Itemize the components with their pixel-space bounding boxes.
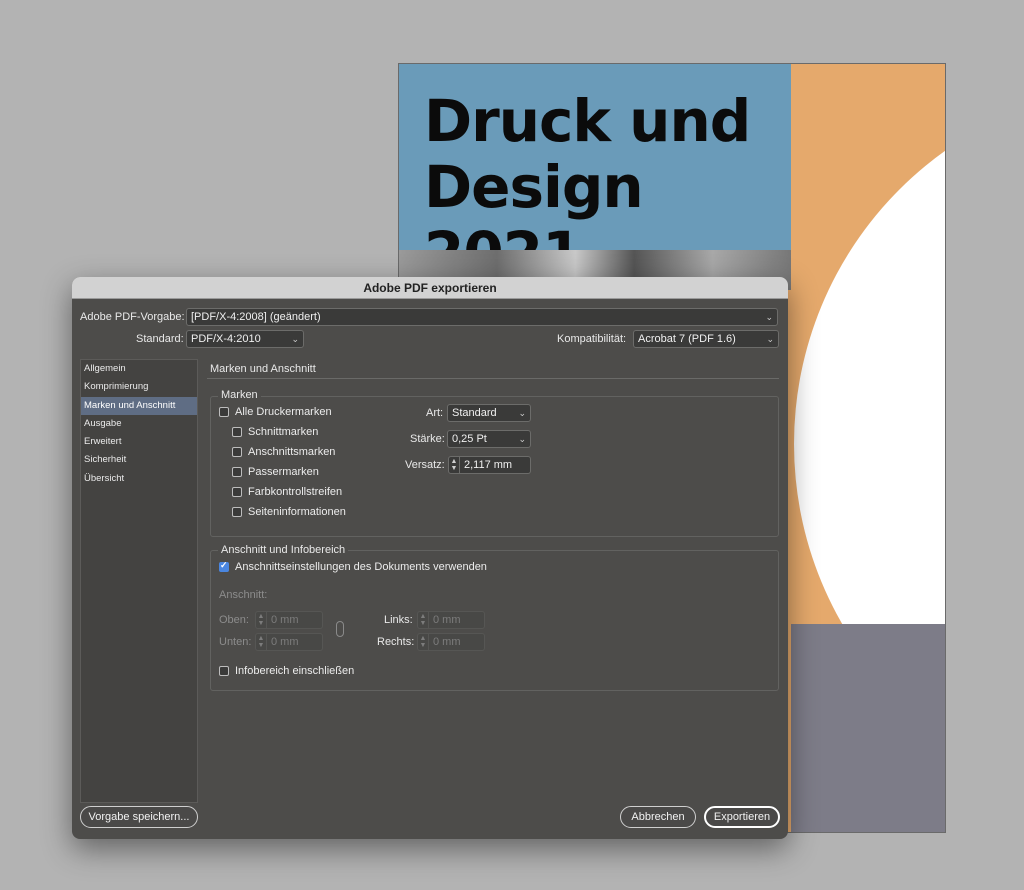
checkbox-icon <box>232 447 242 457</box>
offset-stepper[interactable]: ▲ ▼ 2,117 mm <box>448 456 531 474</box>
section-divider <box>207 378 779 379</box>
compat-select[interactable]: Acrobat 7 (PDF 1.6) ⌄ <box>633 330 779 348</box>
slug-label: Infobereich einschließen <box>235 665 355 677</box>
chevron-down-icon: ⌄ <box>766 334 774 344</box>
standard-label: Standard: <box>136 333 184 345</box>
top-label: Oben: <box>219 614 249 626</box>
stepper-arrows-icon[interactable]: ▲ ▼ <box>255 633 267 651</box>
bleed-marks-checkbox[interactable]: Anschnittsmarken <box>232 446 335 458</box>
color-bars-checkbox[interactable]: Farbkontrollstreifen <box>232 486 342 498</box>
color-bars-label: Farbkontrollstreifen <box>248 486 343 498</box>
checkbox-icon <box>232 507 242 517</box>
checkbox-icon <box>219 407 229 417</box>
sidebar-item-erweitert[interactable]: Erweitert <box>81 433 197 451</box>
checkmark-icon <box>219 560 229 572</box>
right-label: Rechts: <box>377 636 415 648</box>
save-preset-button[interactable]: Vorgabe speichern... <box>80 806 198 828</box>
left-value[interactable]: 0 mm <box>429 611 485 629</box>
marks-group-title: Marken <box>218 389 261 401</box>
type-select[interactable]: Standard ⌄ <box>447 404 531 422</box>
bottom-value[interactable]: 0 mm <box>267 633 323 651</box>
sidebar-item-uebersicht[interactable]: Übersicht <box>81 470 197 488</box>
dialog-title: Adobe PDF exportieren <box>72 277 788 299</box>
slug-checkbox[interactable]: Infobereich einschließen <box>219 665 354 677</box>
use-document-bleed-checkbox[interactable]: Anschnittseinstellungen des Dokuments ve… <box>219 560 487 573</box>
offset-value[interactable]: 2,117 mm <box>460 456 531 474</box>
standard-select[interactable]: PDF/X-4:2010 ⌄ <box>186 330 304 348</box>
checkbox-icon <box>232 427 242 437</box>
crop-marks-checkbox[interactable]: Schnittmarken <box>232 426 318 438</box>
cancel-button[interactable]: Abbrechen <box>620 806 696 828</box>
all-marks-label: Alle Druckermarken <box>235 406 332 418</box>
top-stepper[interactable]: ▲ ▼ 0 mm <box>255 611 323 629</box>
sidebar-item-allgemein[interactable]: Allgemein <box>81 360 197 378</box>
section-title: Marken und Anschnitt <box>210 363 316 375</box>
sidebar-item-komprimierung[interactable]: Komprimierung <box>81 378 197 396</box>
chevron-down-icon: ⌄ <box>518 434 526 444</box>
preset-select[interactable]: [PDF/X-4:2008] (geändert) ⌄ <box>186 308 778 326</box>
chevron-down-icon: ⌄ <box>291 334 299 344</box>
crop-marks-label: Schnittmarken <box>248 426 319 438</box>
all-marks-checkbox[interactable]: Alle Druckermarken <box>219 406 332 418</box>
document-title-line1: Druck und <box>424 87 751 155</box>
sidebar-item-sicherheit[interactable]: Sicherheit <box>81 451 197 469</box>
checkbox-icon <box>232 487 242 497</box>
standard-value: PDF/X-4:2010 <box>191 333 261 345</box>
weight-label: Stärke: <box>410 433 445 445</box>
registration-marks-label: Passermarken <box>248 466 319 478</box>
type-label: Art: <box>426 407 444 419</box>
right-value[interactable]: 0 mm <box>429 633 485 651</box>
sidebar: Allgemein Komprimierung Marken und Ansch… <box>80 359 198 803</box>
grey-panel <box>791 624 945 832</box>
chevron-down-icon: ⌄ <box>765 312 773 322</box>
bleed-group-title: Anschnitt und Infobereich <box>218 544 349 556</box>
bleed-label: Anschnitt: <box>219 589 268 601</box>
right-stepper[interactable]: ▲ ▼ 0 mm <box>417 633 485 651</box>
bottom-label: Unten: <box>219 636 252 648</box>
page-info-checkbox[interactable]: Seiteninformationen <box>232 506 346 518</box>
stepper-arrows-icon[interactable]: ▲ ▼ <box>255 611 267 629</box>
registration-marks-checkbox[interactable]: Passermarken <box>232 466 319 478</box>
sidebar-item-marken-und-anschnitt[interactable]: Marken und Anschnitt <box>81 396 197 415</box>
top-value[interactable]: 0 mm <box>267 611 323 629</box>
sidebar-item-ausgabe[interactable]: Ausgabe <box>81 415 197 433</box>
left-label: Links: <box>384 614 413 626</box>
type-value: Standard <box>452 407 497 419</box>
weight-select[interactable]: 0,25 Pt ⌄ <box>447 430 531 448</box>
stepper-arrows-icon[interactable]: ▲ ▼ <box>417 633 429 651</box>
export-button[interactable]: Exportieren <box>704 806 780 828</box>
checkbox-icon <box>232 467 242 477</box>
preset-value: [PDF/X-4:2008] (geändert) <box>191 311 321 323</box>
bleed-marks-label: Anschnittsmarken <box>248 446 336 458</box>
chevron-down-icon: ⌄ <box>518 408 526 418</box>
chain-link-icon[interactable] <box>336 621 344 637</box>
title-block: Druck und Design 2021 <box>399 64 791 286</box>
page-info-label: Seiteninformationen <box>248 506 346 518</box>
left-stepper[interactable]: ▲ ▼ 0 mm <box>417 611 485 629</box>
checkbox-icon <box>219 666 229 676</box>
stepper-arrows-icon[interactable]: ▲ ▼ <box>417 611 429 629</box>
compat-value: Acrobat 7 (PDF 1.6) <box>638 333 736 345</box>
preset-label: Adobe PDF-Vorgabe: <box>80 311 185 323</box>
export-pdf-dialog: Adobe PDF exportieren Adobe PDF-Vorgabe:… <box>72 277 788 839</box>
bottom-stepper[interactable]: ▲ ▼ 0 mm <box>255 633 323 651</box>
compat-label: Kompatibilität: <box>557 333 627 345</box>
stepper-arrows-icon[interactable]: ▲ ▼ <box>448 456 460 474</box>
use-document-bleed-label: Anschnittseinstellungen des Dokuments ve… <box>235 561 487 573</box>
offset-label: Versatz: <box>405 459 445 471</box>
weight-value: 0,25 Pt <box>452 433 487 445</box>
